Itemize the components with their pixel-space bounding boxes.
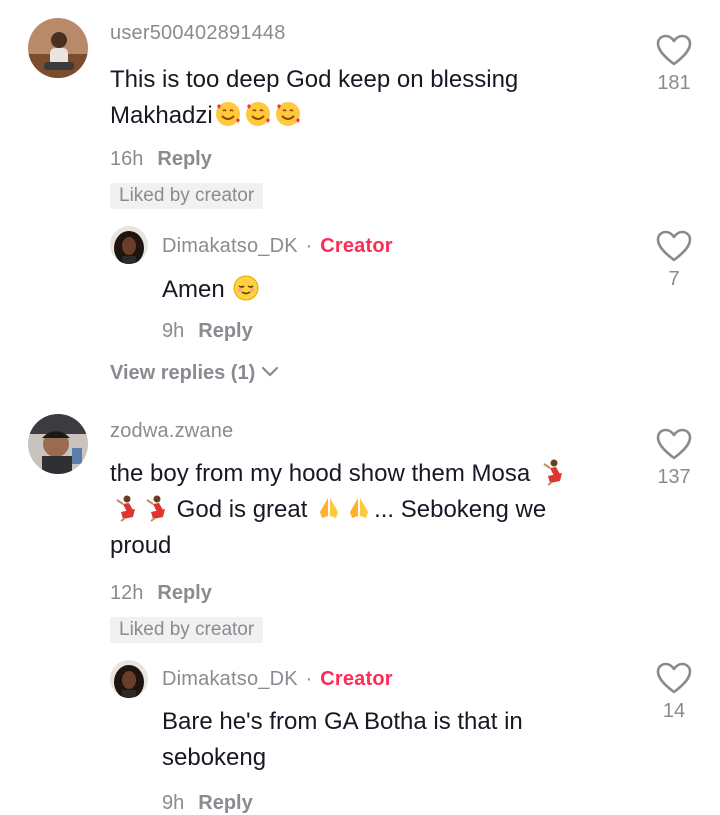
like-button[interactable]: 14	[644, 662, 704, 723]
username-row: Dimakatso_DK · Creator	[162, 235, 393, 258]
comment-text: This is too deep God keep on blessing Ma…	[110, 62, 610, 134]
avatar[interactable]	[110, 660, 148, 698]
heart-outline-icon	[644, 662, 704, 694]
like-button[interactable]: 181	[644, 34, 704, 95]
chevron-down-icon	[261, 362, 279, 384]
reply-button[interactable]: Reply	[157, 582, 211, 604]
creator-badge: Creator	[320, 235, 393, 257]
view-replies-label: View replies (1)	[110, 362, 256, 384]
comment-text-line: This is too deep God keep on blessing	[110, 66, 519, 93]
comment-text-line: Makhadzi	[110, 102, 213, 129]
comment-meta: 9h Reply	[162, 792, 253, 815]
comment-meta: 9h Reply	[162, 320, 253, 343]
comment-text: the boy from my hood show them Mosa God …	[110, 456, 630, 564]
reply-button[interactable]: Reply	[157, 148, 211, 170]
comment-time: 9h	[162, 792, 185, 814]
folded-hands-icon	[314, 496, 374, 523]
like-button[interactable]: 137	[644, 428, 704, 489]
heart-outline-icon	[644, 230, 704, 262]
comment-text-line: ... Sebokeng we	[374, 496, 547, 523]
username[interactable]: Dimakatso_DK	[162, 235, 298, 257]
comment-time: 9h	[162, 320, 185, 342]
avatar[interactable]	[28, 414, 88, 474]
comment-text-line: God is great	[176, 496, 308, 523]
comment-text-line: the boy from my hood show them Mosa	[110, 460, 531, 487]
like-button[interactable]: 7	[644, 230, 704, 291]
woman-dancing-icon	[140, 495, 170, 523]
heart-outline-icon	[644, 428, 704, 460]
liked-by-creator-badge: Liked by creator	[110, 183, 264, 209]
avatar[interactable]	[110, 226, 148, 264]
creator-badge: Creator	[320, 668, 393, 690]
woman-dancing-icon	[110, 495, 140, 523]
comment-time: 16h	[110, 148, 144, 170]
username[interactable]: Dimakatso_DK	[162, 668, 298, 690]
comment-text-line: sebokeng	[162, 744, 267, 771]
comment-text: Amen	[162, 272, 261, 308]
liked-by-creator-badge: Liked by creator	[110, 617, 264, 643]
avatar[interactable]	[28, 18, 88, 78]
separator-dot: ·	[305, 668, 313, 690]
heart-outline-icon	[644, 34, 704, 66]
comment-text-line: proud	[110, 532, 172, 559]
username[interactable]: zodwa.zwane	[110, 420, 233, 443]
comment-meta: 12h Reply	[110, 582, 212, 605]
comment-time: 12h	[110, 582, 144, 604]
like-count: 14	[662, 700, 686, 722]
comment-text: Bare he's from GA Botha is that in sebok…	[162, 704, 612, 776]
like-count: 137	[657, 466, 691, 488]
reply-button[interactable]: Reply	[198, 320, 252, 342]
relieved-face-icon	[231, 275, 261, 303]
woman-dancing-icon	[537, 459, 567, 487]
separator-dot: ·	[305, 235, 313, 257]
comment-text-line: Amen	[162, 276, 225, 303]
comment-meta: 16h Reply	[110, 148, 212, 171]
view-replies-button[interactable]: View replies (1)	[110, 362, 279, 385]
reply-button[interactable]: Reply	[198, 792, 252, 814]
like-count: 7	[668, 268, 680, 290]
like-count: 181	[657, 72, 691, 94]
smiling-face-with-hearts-icon	[213, 102, 303, 129]
username-row: Dimakatso_DK · Creator	[162, 668, 393, 691]
comment-text-line: Bare he's from GA Botha is that in	[162, 708, 523, 735]
username[interactable]: user500402891448	[110, 22, 286, 45]
